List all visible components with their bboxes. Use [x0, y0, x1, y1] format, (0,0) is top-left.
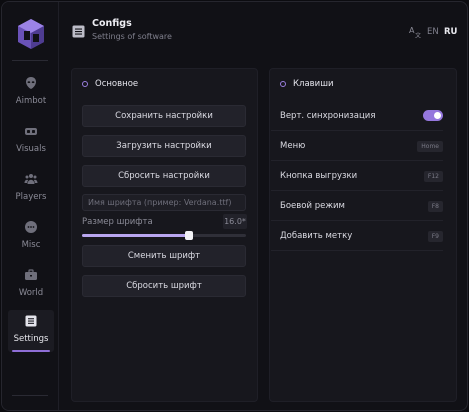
sidebar-item-label: Misc	[21, 240, 41, 250]
keybind-button[interactable]: Home	[417, 141, 443, 152]
page-subtitle: Settings of software	[92, 32, 172, 41]
sidebar-item-world[interactable]: World	[8, 264, 54, 306]
panel-title: Основное	[95, 79, 139, 89]
save-settings-button[interactable]: Сохранить настройки	[82, 105, 246, 127]
load-settings-button[interactable]: Загрузить настройки	[82, 135, 246, 157]
reset-font-button[interactable]: Сбросить шрифт	[82, 275, 246, 297]
language-en[interactable]: EN	[427, 27, 439, 37]
setting-label: Верт. синхронизация	[280, 111, 376, 121]
setting-row-combat: Боевой режим F8	[271, 191, 443, 221]
font-size-slider[interactable]	[82, 231, 246, 240]
setting-row-menu: Меню Home	[271, 131, 443, 161]
briefcase-icon	[25, 269, 37, 280]
sidebar-item-players[interactable]: Players	[8, 168, 54, 210]
app-window: Aimbot Visuals Players Misc World Settin…	[1, 1, 468, 411]
users-icon	[24, 174, 38, 184]
sidebar-item-label: Visuals	[16, 144, 46, 154]
vsync-toggle[interactable]	[423, 110, 443, 121]
logo-icon	[18, 19, 44, 49]
setting-label: Меню	[280, 141, 306, 151]
setting-row-unload: Кнопка выгрузки F12	[271, 161, 443, 191]
font-size-label: Размер шрифта	[82, 217, 153, 227]
setting-label: Кнопка выгрузки	[280, 171, 358, 181]
translate-icon: A 文	[409, 26, 421, 39]
keybind-button[interactable]: F9	[427, 231, 443, 242]
setting-label: Добавить метку	[280, 231, 353, 241]
panel-title: Клавиши	[293, 79, 334, 89]
keybind-button[interactable]: F8	[427, 201, 443, 212]
sidebar-item-aimbot[interactable]: Aimbot	[8, 72, 54, 114]
alien-icon	[26, 77, 36, 89]
change-font-button[interactable]: Сменить шрифт	[82, 245, 246, 267]
sidebar: Aimbot Visuals Players Misc World Settin…	[2, 2, 59, 410]
reset-settings-button[interactable]: Сбросить настройки	[82, 165, 246, 187]
sidebar-divider	[12, 60, 48, 61]
main-settings-panel: Основное Сохранить настройки Загрузить н…	[71, 68, 258, 402]
language-ru[interactable]: RU	[444, 27, 457, 37]
list-icon	[25, 315, 37, 327]
sidebar-item-visuals[interactable]: Visuals	[8, 120, 54, 162]
svg-text:文: 文	[415, 32, 421, 39]
page-title: Configs	[92, 18, 132, 29]
slider-handle[interactable]	[185, 231, 193, 240]
panel-header: Клавиши	[280, 79, 334, 89]
panel-dot-icon	[280, 81, 286, 87]
sidebar-item-label: Aimbot	[15, 96, 47, 106]
font-size-value: 16.0*	[223, 214, 247, 229]
sidebar-item-misc[interactable]: Misc	[8, 216, 54, 258]
panel-dot-icon	[82, 81, 88, 87]
sidebar-item-label: World	[18, 288, 44, 298]
hotkeys-panel: Клавиши Верт. синхронизация Меню Home Кн…	[269, 68, 457, 402]
keybind-button[interactable]: F12	[423, 171, 443, 182]
setting-label: Боевой режим	[280, 201, 345, 211]
sidebar-divider	[12, 395, 48, 396]
panel-header: Основное	[82, 79, 138, 89]
sidebar-item-label: Players	[15, 192, 47, 202]
chat-dots-icon	[25, 221, 37, 233]
vr-glasses-icon	[25, 128, 37, 135]
font-name-input[interactable]: Имя шрифта (пример: Verdana.ttf)	[82, 194, 246, 211]
sidebar-item-label: Settings	[13, 334, 49, 344]
setting-row-vsync: Верт. синхронизация	[271, 101, 443, 131]
setting-row-add-marker: Добавить метку F9	[271, 221, 443, 251]
slider-fill	[82, 234, 189, 237]
list-icon	[72, 25, 85, 38]
sidebar-item-settings[interactable]: Settings	[8, 310, 54, 352]
